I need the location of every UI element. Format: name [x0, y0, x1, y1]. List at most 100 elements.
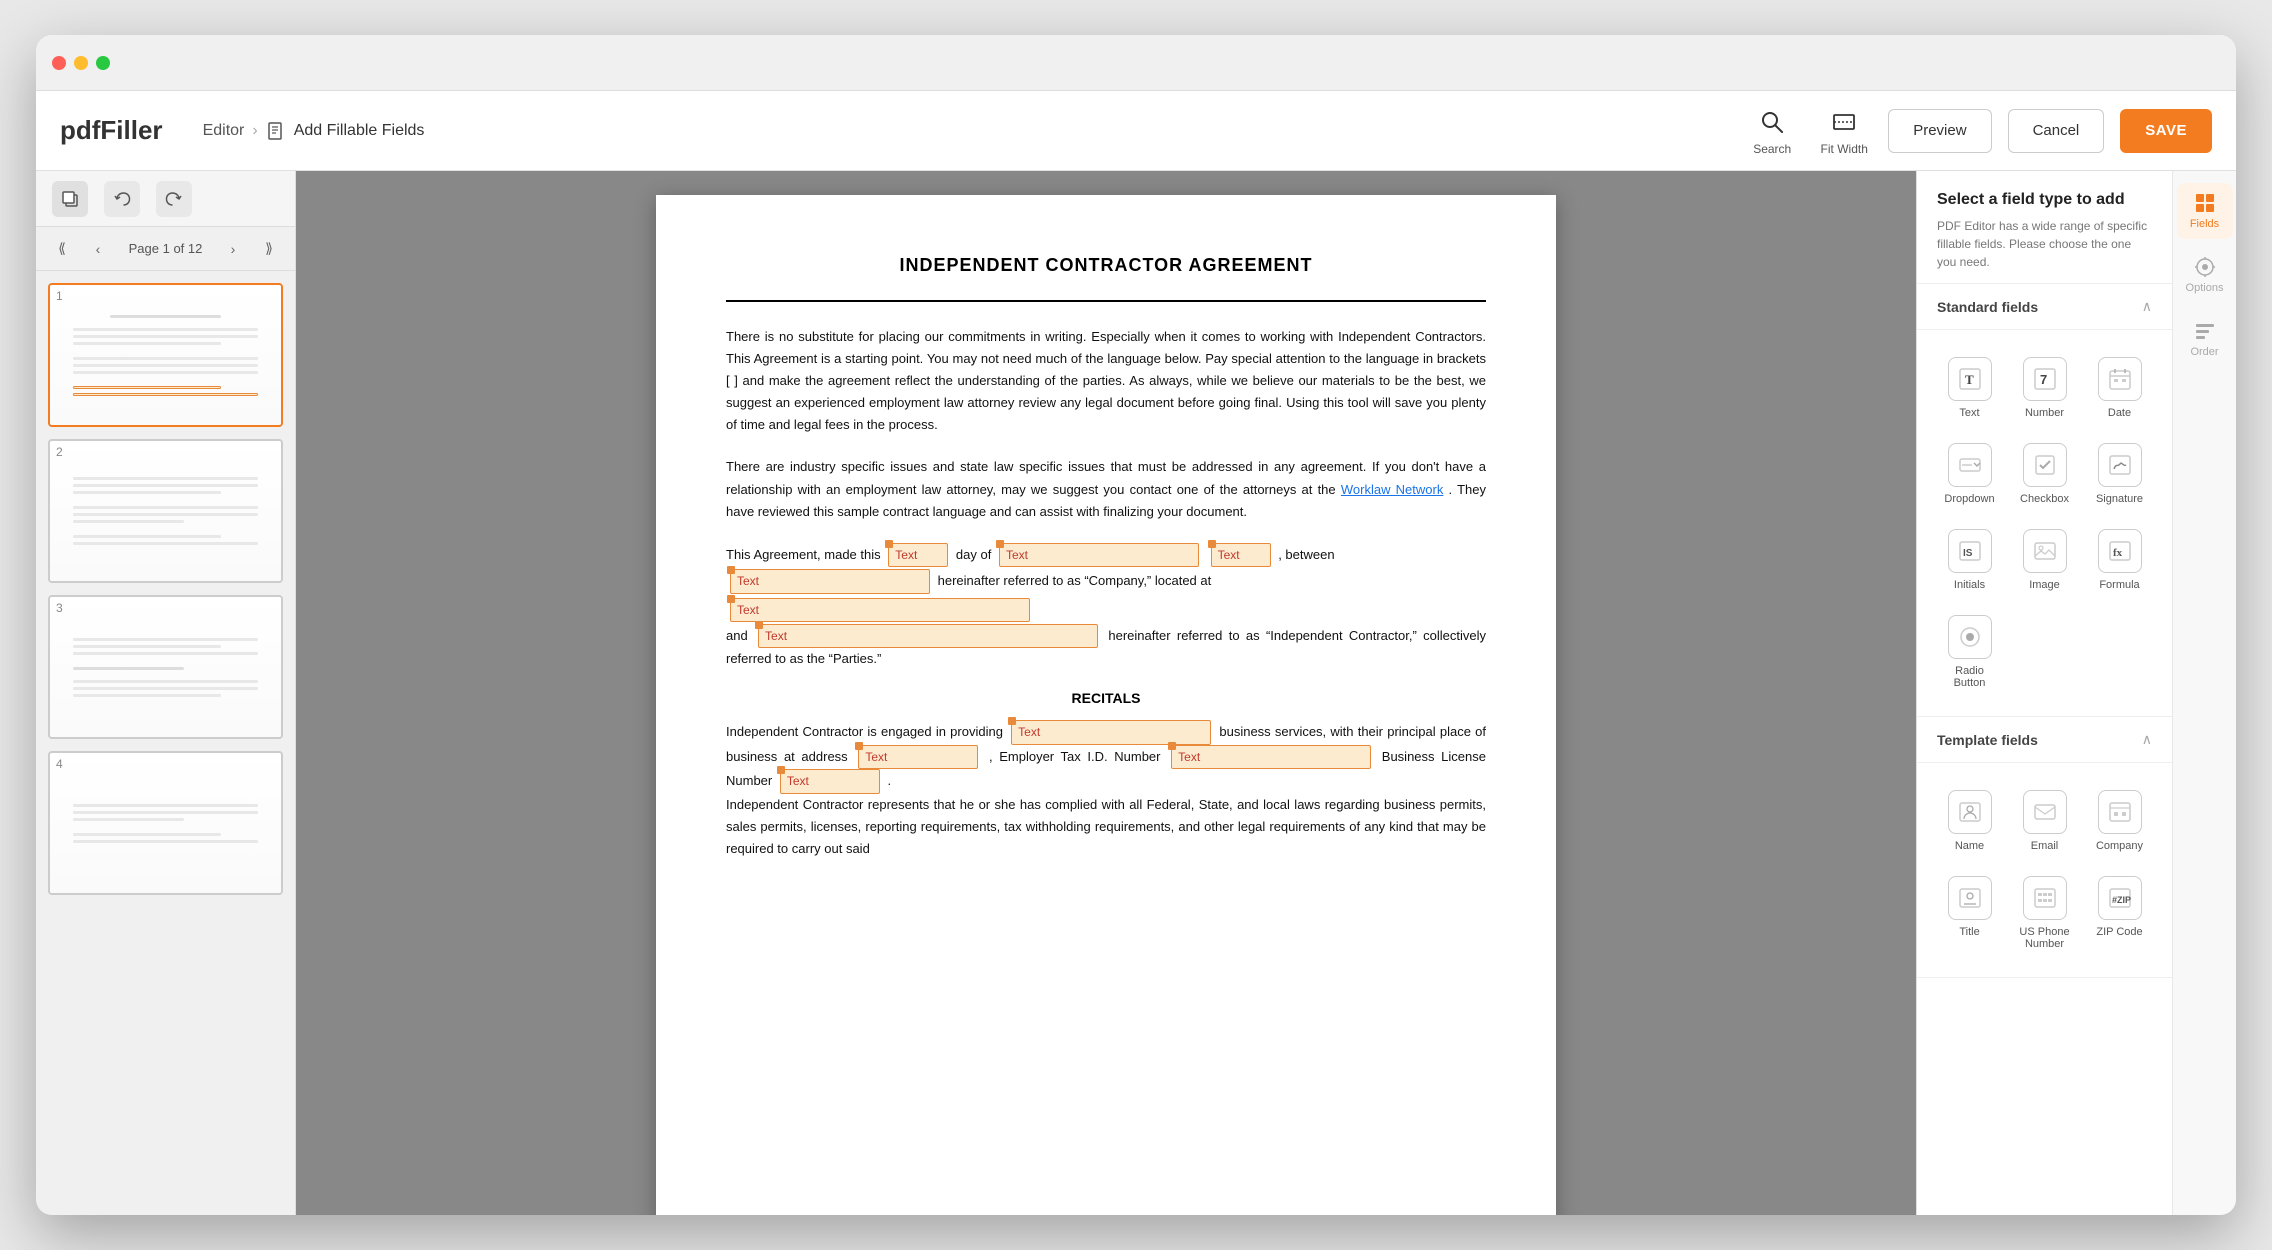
standard-fields-grid: T Text 7 [1917, 330, 2172, 717]
worklaw-link[interactable]: Worklaw Network [1341, 482, 1443, 497]
title-underline [726, 300, 1486, 302]
number-field-label: Number [2025, 407, 2064, 419]
svg-text:7: 7 [2040, 372, 2047, 387]
text-field-icon: T [1948, 357, 1992, 401]
field-item-phone[interactable]: US Phone Number [2008, 865, 2081, 961]
right-panel-tabs: Fields Options [2172, 171, 2236, 1215]
initials-field-label: Initials [1954, 579, 1985, 591]
recitals-post: . [888, 773, 892, 788]
tab-fields[interactable]: Fields [2177, 183, 2233, 239]
template-fields-header[interactable]: Template fields ∧ [1917, 717, 2172, 763]
template-fields-grid: Name Email [1917, 763, 2172, 978]
text-field-6[interactable]: Text [758, 624, 1098, 648]
undo-button[interactable] [104, 181, 140, 217]
title-field-label: Title [1959, 926, 1979, 938]
cancel-button[interactable]: Cancel [2008, 109, 2105, 153]
signature-field-icon [2098, 443, 2142, 487]
app-window: pdfFiller Editor › Add Fillable Fields [36, 35, 2236, 1215]
image-field-label: Image [2029, 579, 2060, 591]
dropdown-field-icon [1948, 443, 1992, 487]
fit-width-icon [1828, 106, 1860, 138]
fit-width-label: Fit Width [1821, 142, 1868, 156]
formula-field-icon: fx [2098, 529, 2142, 573]
copy-button[interactable] [52, 181, 88, 217]
date-field-label: Date [2108, 407, 2131, 419]
text-field-9[interactable]: Text [1171, 745, 1371, 769]
field-item-dropdown[interactable]: Dropdown [1933, 432, 2006, 516]
document-area: INDEPENDENT CONTRACTOR AGREEMENT There i… [296, 171, 1916, 1215]
svg-text:#ZIP: #ZIP [2112, 895, 2131, 905]
initials-field-icon: IS [1948, 529, 1992, 573]
page-thumb-2[interactable]: 2 [48, 439, 283, 583]
field-item-checkbox[interactable]: Checkbox [2008, 432, 2081, 516]
text-field-7[interactable]: Text [1011, 720, 1211, 744]
panel-title: Select a field type to add [1937, 191, 2152, 209]
maximize-button[interactable] [96, 56, 110, 70]
options-tab-label: Options [2186, 282, 2224, 294]
text-field-8[interactable]: Text [858, 745, 978, 769]
checkbox-field-icon [2023, 443, 2067, 487]
name-field-icon [1948, 790, 1992, 834]
first-page-button[interactable]: ⟪ [48, 235, 76, 263]
standard-fields-header[interactable]: Standard fields ∧ [1917, 284, 2172, 330]
field-item-name[interactable]: Name [1933, 779, 2006, 863]
field-corner-5 [727, 595, 735, 603]
breadcrumb-add-fields: Add Fillable Fields [294, 122, 425, 140]
text-field-4[interactable]: Text [730, 569, 930, 593]
pages-sidebar: ⟪ ‹ Page 1 of 12 › ⟫ 1 [36, 171, 296, 1215]
text-field-5[interactable]: Text [730, 598, 1030, 622]
field-item-signature[interactable]: Signature [2083, 432, 2156, 516]
date-field-icon [2098, 357, 2142, 401]
paragraph-2: There are industry specific issues and s… [726, 456, 1486, 522]
standard-fields-section: Standard fields ∧ T Text [1917, 284, 2172, 717]
radio-field-icon [1948, 615, 1992, 659]
minimize-button[interactable] [74, 56, 88, 70]
order-tab-icon [2194, 320, 2216, 342]
page-thumb-3[interactable]: 3 [48, 595, 283, 739]
field-item-title[interactable]: Title [1933, 865, 2006, 961]
save-button[interactable]: SAVE [2120, 109, 2212, 153]
field-item-formula[interactable]: fx Formula [2083, 518, 2156, 602]
field-item-company[interactable]: Company [2083, 779, 2156, 863]
last-page-button[interactable]: ⟫ [255, 235, 283, 263]
thumb-lines-2 [73, 477, 258, 545]
titlebar [36, 35, 2236, 91]
document-icon [266, 121, 286, 141]
field-corner-6 [755, 621, 763, 629]
order-tab-label: Order [2190, 346, 2218, 358]
fit-width-tool[interactable]: Fit Width [1816, 106, 1872, 156]
fields-tab-label: Fields [2190, 218, 2219, 230]
page-thumb-4[interactable]: 4 [48, 751, 283, 895]
company-field-label: Company [2096, 840, 2143, 852]
dropdown-field-label: Dropdown [1944, 493, 1994, 505]
field-item-zip[interactable]: #ZIP ZIP Code [2083, 865, 2156, 961]
tab-order[interactable]: Order [2177, 311, 2233, 367]
agreement-pre: This Agreement, made this [726, 547, 881, 562]
right-panel-main: Select a field type to add PDF Editor ha… [1917, 171, 2172, 1215]
text-field-2[interactable]: Text [999, 543, 1199, 567]
redo-button[interactable] [156, 181, 192, 217]
field-item-radio[interactable]: Radio Button [1933, 604, 2006, 700]
field-item-number[interactable]: 7 Number [2008, 346, 2081, 430]
text-field-3[interactable]: Text [1211, 543, 1271, 567]
prev-page-button[interactable]: ‹ [84, 235, 112, 263]
document-page: INDEPENDENT CONTRACTOR AGREEMENT There i… [656, 195, 1556, 1215]
breadcrumb-editor[interactable]: Editor [203, 122, 245, 140]
main-content: ⟪ ‹ Page 1 of 12 › ⟫ 1 [36, 171, 2236, 1215]
panel-header: Select a field type to add PDF Editor ha… [1917, 171, 2172, 284]
recitals-text2: Independent Contractor represents that h… [726, 797, 1486, 856]
preview-button[interactable]: Preview [1888, 109, 1991, 153]
tab-options[interactable]: Options [2177, 247, 2233, 303]
next-page-button[interactable]: › [219, 235, 247, 263]
field-item-date[interactable]: Date [2083, 346, 2156, 430]
page-thumb-1[interactable]: 1 [48, 283, 283, 427]
agreement-text: This Agreement, made this Text day of Te… [726, 543, 1486, 671]
text-field-1[interactable]: Text [888, 543, 948, 567]
field-item-email[interactable]: Email [2008, 779, 2081, 863]
field-item-text[interactable]: T Text [1933, 346, 2006, 430]
close-button[interactable] [52, 56, 66, 70]
field-item-initials[interactable]: IS Initials [1933, 518, 2006, 602]
field-item-image[interactable]: Image [2008, 518, 2081, 602]
search-tool[interactable]: Search [1744, 106, 1800, 156]
text-field-10[interactable]: Text [780, 769, 880, 793]
